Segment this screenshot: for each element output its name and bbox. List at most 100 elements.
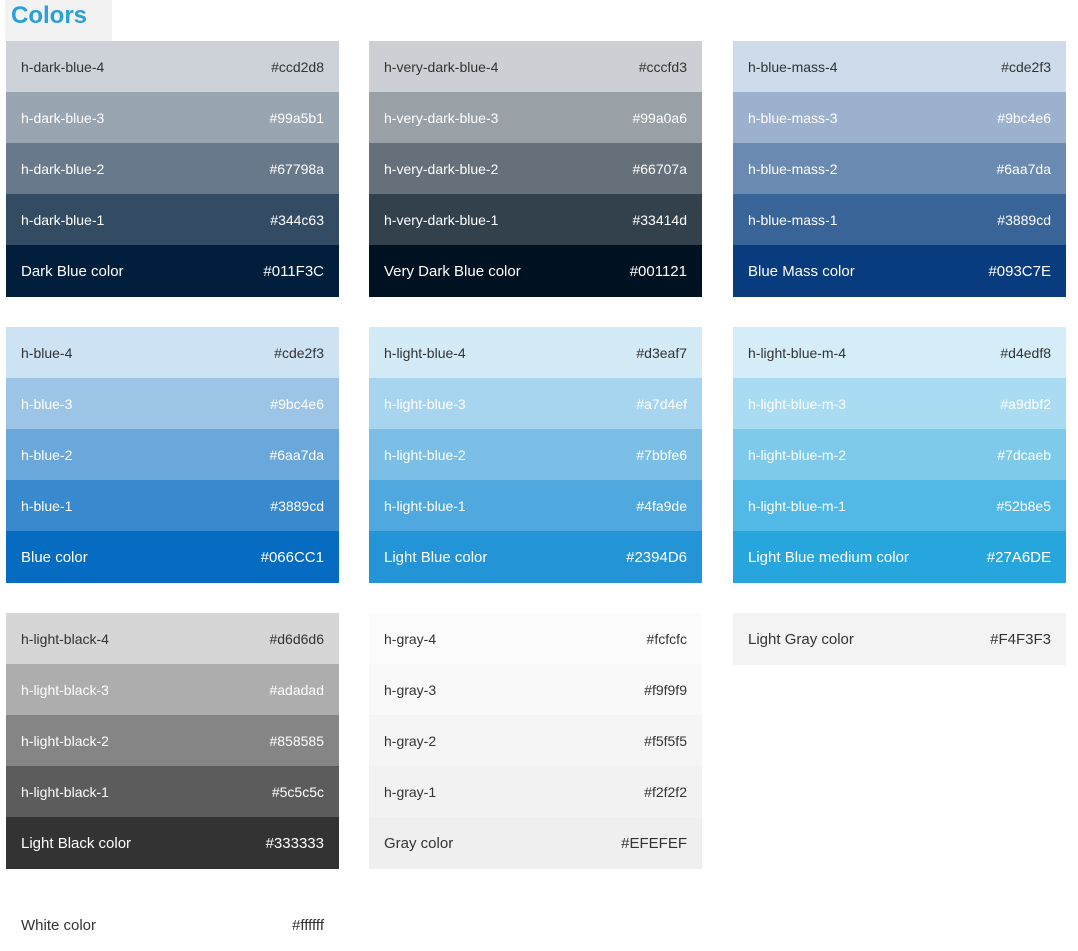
color-name-label: h-light-blue-m-4	[748, 344, 847, 361]
color-swatch-row: h-light-blue-4 #d3eaf7	[369, 327, 702, 378]
color-name-label: h-dark-blue-3	[21, 109, 105, 126]
color-swatch-row: h-blue-mass-1 #3889cd	[733, 194, 1066, 245]
color-name-label: h-dark-blue-1	[21, 211, 105, 228]
color-name-label: h-blue-2	[21, 446, 73, 463]
color-hex-value: #52b8e5	[996, 497, 1051, 514]
color-hex-value: #99a0a6	[632, 109, 687, 126]
color-swatch-row: h-light-black-2 #858585	[6, 715, 339, 766]
color-swatch-base: Blue Mass color #093C7E	[733, 245, 1066, 297]
color-name-label: Light Black color	[21, 834, 132, 852]
color-swatch-base: Blue color #066CC1	[6, 531, 339, 583]
color-swatch-row: h-blue-4 #cde2f3	[6, 327, 339, 378]
color-swatch-row: h-blue-1 #3889cd	[6, 480, 339, 531]
color-swatch-row: h-light-blue-3 #a7d4ef	[369, 378, 702, 429]
color-hex-value: #27A6DE	[986, 548, 1051, 566]
color-hex-value: #6aa7da	[996, 160, 1051, 177]
color-name-label: h-light-blue-3	[384, 395, 466, 412]
color-hex-value: #093C7E	[988, 262, 1051, 280]
color-name-label: h-very-dark-blue-4	[384, 58, 499, 75]
color-name-label: h-gray-4	[384, 630, 437, 647]
color-name-label: h-gray-1	[384, 783, 437, 800]
color-name-label: h-light-blue-2	[384, 446, 466, 463]
color-hex-value: #a9dbf2	[1000, 395, 1051, 412]
color-name-label: h-blue-3	[21, 395, 73, 412]
page-title: Colors	[11, 2, 88, 29]
color-hex-value: #ffffff	[292, 916, 324, 934]
color-name-label: h-light-black-2	[21, 732, 109, 749]
color-hex-value: #333333	[265, 834, 324, 852]
palette-blue-mass: h-blue-mass-4 #cde2f3 h-blue-mass-3 #9bc4e6…	[733, 41, 1066, 297]
color-hex-value: #7dcaeb	[997, 446, 1051, 463]
color-name-label: Blue Mass color	[748, 262, 855, 280]
color-hex-value: #67798a	[269, 160, 324, 177]
color-name-label: Dark Blue color	[21, 262, 124, 280]
color-name-label: h-blue-mass-2	[748, 160, 838, 177]
palette-gray: h-gray-4 #fcfcfc h-gray-3 #f9f9f9 h-gray-2 #f…	[369, 613, 702, 869]
color-hex-value: #3889cd	[997, 211, 1051, 228]
color-name-label: h-very-dark-blue-1	[384, 211, 499, 228]
color-hex-value: #ccd2d8	[271, 58, 324, 75]
color-swatch-row: h-blue-mass-4 #cde2f3	[733, 41, 1066, 92]
color-swatch-row: h-blue-mass-3 #9bc4e6	[733, 92, 1066, 143]
color-hex-value: #011F3C	[263, 262, 324, 280]
palette-very-dark-blue: h-very-dark-blue-4 #cccfd3 h-very-dark-blu…	[369, 41, 702, 297]
color-name-label: h-light-black-1	[21, 783, 109, 800]
color-swatch-row: h-light-blue-m-1 #52b8e5	[733, 480, 1066, 531]
color-hex-value: #5c5c5c	[271, 783, 324, 800]
color-hex-value: #F4F3F3	[990, 630, 1051, 648]
color-name-label: Blue color	[21, 548, 88, 566]
color-name-label: h-light-black-4	[21, 630, 109, 647]
color-swatch-base: Light Blue medium color #27A6DE	[733, 531, 1066, 583]
page-title-tab: Colors	[5, 0, 112, 42]
color-name-label: Very Dark Blue color	[384, 262, 521, 280]
palette-blue: h-blue-4 #cde2f3 h-blue-3 #9bc4e6 h-blue-2 #6…	[6, 327, 339, 583]
color-name-label: h-light-blue-m-2	[748, 446, 847, 463]
color-name-label: h-blue-1	[21, 497, 73, 514]
color-name-label: h-light-blue-1	[384, 497, 466, 514]
color-hex-value: #d6d6d6	[269, 630, 324, 647]
color-hex-value: #a7d4ef	[636, 395, 687, 412]
color-hex-value: #EFEFEF	[621, 834, 687, 852]
color-swatch-row: h-very-dark-blue-2 #66707a	[369, 143, 702, 194]
color-hex-value: #adadad	[269, 681, 324, 698]
color-name-label: h-light-blue-m-3	[748, 395, 847, 412]
color-swatch-row: h-blue-3 #9bc4e6	[6, 378, 339, 429]
color-swatch-row: h-gray-4 #fcfcfc	[369, 613, 702, 664]
color-swatch-base: Gray color #EFEFEF	[369, 817, 702, 869]
color-name-label: h-gray-2	[384, 732, 437, 749]
color-swatch-base: Very Dark Blue color #001121	[369, 245, 702, 297]
color-name-label: White color	[21, 916, 97, 934]
color-swatch-row: h-light-blue-m-3 #a9dbf2	[733, 378, 1066, 429]
color-hex-value: #066CC1	[260, 548, 324, 566]
palette-light-blue-medium: h-light-blue-m-4 #d4edf8 h-light-blue-m-3 #…	[733, 327, 1066, 583]
color-name-label: h-very-dark-blue-2	[384, 160, 499, 177]
color-hex-value: #f5f5f5	[644, 732, 687, 749]
color-hex-value: #7bbfe6	[636, 446, 687, 463]
color-name-label: h-blue-mass-1	[748, 211, 838, 228]
color-name-label: h-blue-mass-3	[748, 109, 838, 126]
color-hex-value: #858585	[269, 732, 324, 749]
color-hex-value: #d4edf8	[1000, 344, 1051, 361]
color-name-label: h-light-blue-4	[384, 344, 466, 361]
color-swatch-base: White color #ffffff	[6, 899, 339, 951]
palette-light-blue: h-light-blue-4 #d3eaf7 h-light-blue-3 #a7d4…	[369, 327, 702, 583]
color-name-label: h-dark-blue-2	[21, 160, 105, 177]
color-swatch-row: h-blue-2 #6aa7da	[6, 429, 339, 480]
color-swatch-row: h-light-blue-1 #4fa9de	[369, 480, 702, 531]
color-swatch-row: h-gray-1 #f2f2f2	[369, 766, 702, 817]
color-hex-value: #66707a	[632, 160, 687, 177]
color-swatch-row: h-dark-blue-2 #67798a	[6, 143, 339, 194]
color-name-label: h-very-dark-blue-3	[384, 109, 499, 126]
color-name-label: h-blue-4	[21, 344, 73, 361]
color-hex-value: #2394D6	[626, 548, 687, 566]
palette-light-gray: Light Gray color #F4F3F3	[733, 613, 1066, 665]
color-swatch-row: h-blue-mass-2 #6aa7da	[733, 143, 1066, 194]
color-name-label: Gray color	[384, 834, 454, 852]
color-hex-value: #f9f9f9	[644, 681, 687, 698]
color-swatch-row: h-light-blue-2 #7bbfe6	[369, 429, 702, 480]
color-swatch-row: h-light-black-4 #d6d6d6	[6, 613, 339, 664]
color-name-label: h-dark-blue-4	[21, 58, 105, 75]
color-swatch-row: h-gray-3 #f9f9f9	[369, 664, 702, 715]
color-hex-value: #3889cd	[270, 497, 324, 514]
color-hex-value: #99a5b1	[269, 109, 324, 126]
